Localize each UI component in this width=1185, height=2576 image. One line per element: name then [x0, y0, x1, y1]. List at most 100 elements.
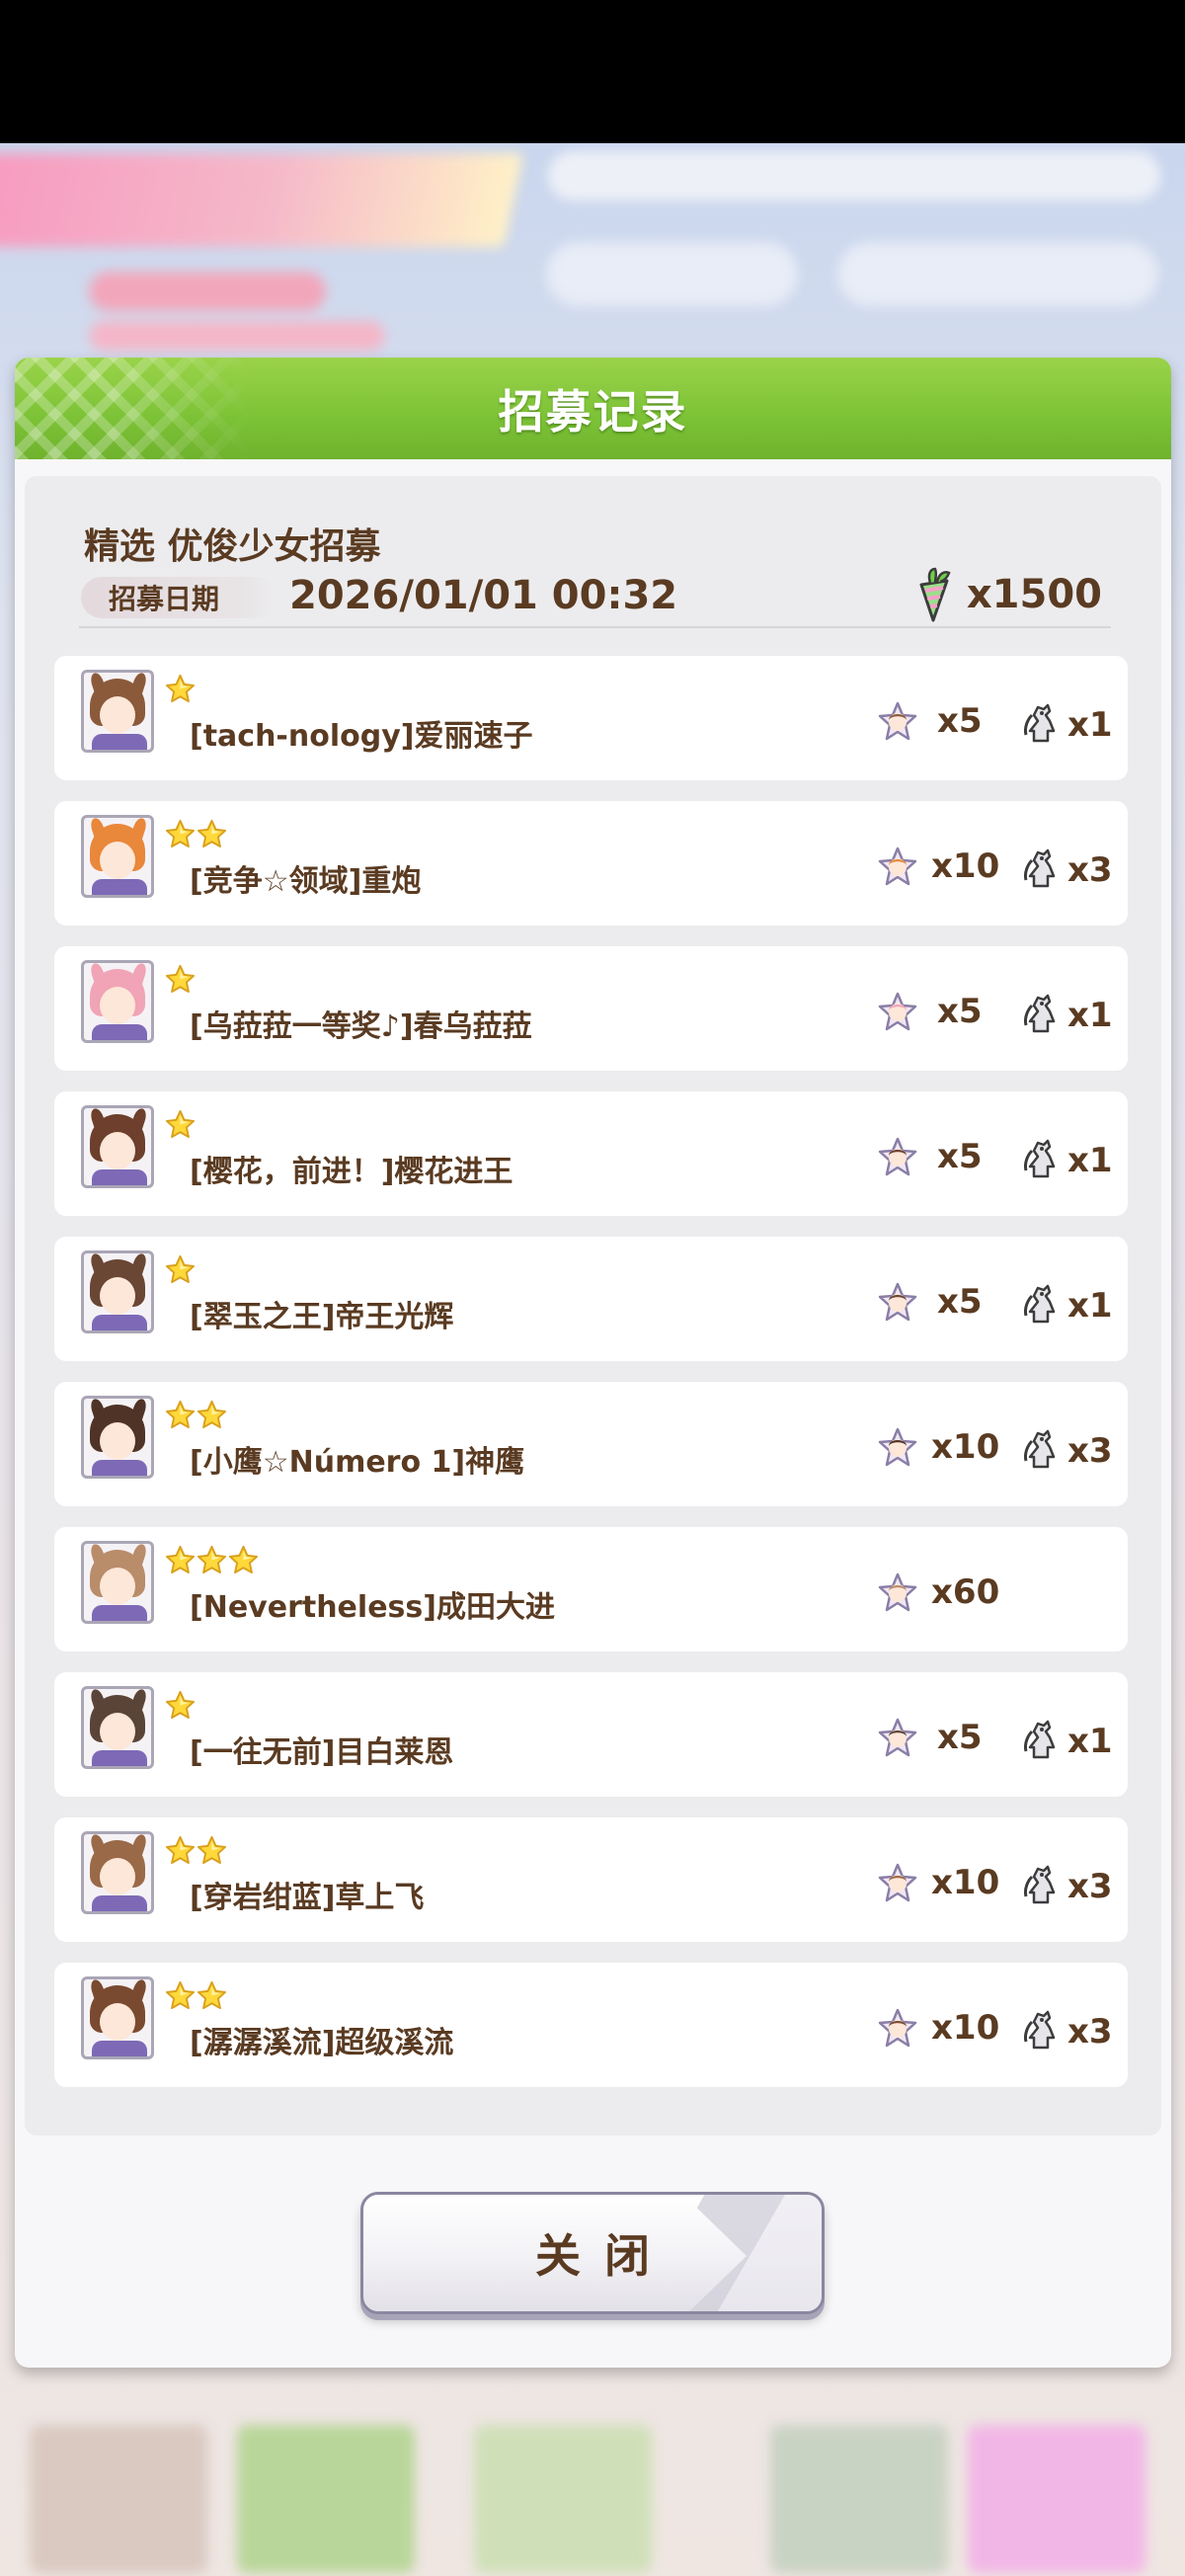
card-name: [樱花，前进！]樱花进王 — [190, 1155, 514, 1189]
horseshoe-statue-icon — [1020, 1863, 1064, 1910]
rarity-star-icon — [165, 1690, 196, 1725]
piece-count: x5 — [937, 701, 983, 741]
recruit-history-modal: 招募记录 精选 优俊少女招募 招募日期 2026/01/01 00:32 x15… — [15, 358, 1171, 2368]
character-piece-reward: x10 — [876, 2008, 1014, 2055]
rarity-star-icon — [165, 1400, 196, 1434]
memory-count: x1 — [1067, 996, 1113, 1035]
result-row[interactable]: [翠玉之王]帝王光辉 x5 x1 — [54, 1237, 1128, 1361]
card-name: [小鹰☆Número 1]神鹰 — [190, 1445, 525, 1480]
character-piece-reward: x5 — [876, 1137, 1014, 1184]
character-piece-icon — [876, 1572, 919, 1620]
memory-count: x1 — [1067, 1722, 1113, 1761]
rarity-star-icon — [165, 1545, 196, 1579]
result-row[interactable]: [小鹰☆Número 1]神鹰 x10 x3 — [54, 1382, 1128, 1506]
character-piece-icon — [876, 992, 919, 1039]
result-row[interactable]: [一往无前]目白莱恩 x5 x1 — [54, 1672, 1128, 1797]
rarity-star-icon — [197, 1400, 227, 1434]
card-name: [竞争☆领域]重炮 — [190, 864, 422, 899]
result-row[interactable]: [樱花，前进！]樱花进王 x5 x1 — [54, 1091, 1128, 1216]
piece-count: x60 — [931, 1572, 1000, 1612]
character-piece-icon — [876, 2008, 919, 2055]
piece-count: x5 — [937, 1137, 983, 1176]
character-piece-icon — [876, 846, 919, 894]
rarity-star-icon — [165, 819, 196, 853]
memory-reward: x1 — [1020, 1137, 1129, 1184]
rarity-stars — [165, 1254, 196, 1289]
card-name: [Nevertheless]成田大进 — [190, 1590, 555, 1625]
character-piece-reward: x60 — [876, 1572, 1014, 1620]
character-avatar — [81, 670, 154, 753]
memory-reward: x3 — [1020, 1863, 1129, 1910]
character-avatar — [81, 1250, 154, 1333]
horseshoe-statue-icon — [1020, 846, 1064, 894]
memory-count: x3 — [1067, 1431, 1113, 1471]
memory-count: x3 — [1067, 1867, 1113, 1906]
rarity-star-icon — [228, 1545, 259, 1579]
piece-count: x5 — [937, 1282, 983, 1322]
character-piece-reward: x10 — [876, 846, 1014, 894]
piece-count: x5 — [937, 992, 983, 1031]
carrot-ticket-icon — [919, 567, 951, 622]
date-label: 招募日期 — [81, 577, 278, 618]
rarity-star-icon — [165, 1254, 196, 1289]
character-piece-icon — [876, 1427, 919, 1475]
rarity-star-icon — [165, 1109, 196, 1144]
character-avatar — [81, 1541, 154, 1624]
rarity-star-icon — [197, 1980, 227, 2015]
character-piece-icon — [876, 1863, 919, 1910]
rarity-star-icon — [197, 819, 227, 853]
memory-count: x3 — [1067, 2012, 1113, 2052]
horseshoe-statue-icon — [1020, 1427, 1064, 1475]
piece-count: x10 — [931, 1427, 1000, 1467]
piece-count: x5 — [937, 1718, 983, 1757]
rarity-star-icon — [165, 1980, 196, 2015]
card-name: [穿岩绀蓝]草上飞 — [190, 1881, 425, 1915]
rarity-stars — [165, 1980, 227, 2015]
character-piece-reward: x5 — [876, 992, 1014, 1039]
character-avatar — [81, 1686, 154, 1769]
horseshoe-statue-icon — [1020, 701, 1064, 749]
memory-reward: x3 — [1020, 2008, 1129, 2055]
modal-header: 招募记录 — [15, 358, 1171, 459]
character-piece-reward: x5 — [876, 701, 1014, 749]
rarity-stars — [165, 1835, 227, 1870]
piece-count: x10 — [931, 2008, 1000, 2048]
result-row[interactable]: [tach-nology]爱丽速子 x5 x1 — [54, 656, 1128, 780]
character-piece-icon — [876, 1718, 919, 1765]
character-piece-reward: x10 — [876, 1863, 1014, 1910]
piece-count: x10 — [931, 1863, 1000, 1902]
result-row[interactable]: [穿岩绀蓝]草上飞 x10 x3 — [54, 1817, 1128, 1942]
rarity-star-icon — [165, 1835, 196, 1870]
character-piece-reward: x10 — [876, 1427, 1014, 1475]
rarity-star-icon — [165, 674, 196, 708]
rarity-stars — [165, 1109, 196, 1144]
rarity-star-icon — [165, 964, 196, 999]
character-avatar — [81, 815, 154, 898]
result-row[interactable]: [潺潺溪流]超级溪流 x10 x3 — [54, 1963, 1128, 2087]
character-avatar — [81, 1831, 154, 1914]
memory-reward: x1 — [1020, 1718, 1129, 1765]
horseshoe-statue-icon — [1020, 2008, 1064, 2055]
result-row[interactable]: [Nevertheless]成田大进 x60 — [54, 1527, 1128, 1651]
memory-count: x1 — [1067, 1141, 1113, 1180]
horseshoe-statue-icon — [1020, 1137, 1064, 1184]
memory-reward: x3 — [1020, 1427, 1129, 1475]
memory-count: x1 — [1067, 1286, 1113, 1326]
result-row[interactable]: [乌菈菈一等奖♪]春乌菈菈 x5 x1 — [54, 946, 1128, 1071]
card-name: [tach-nology]爱丽速子 — [190, 719, 533, 754]
rarity-star-icon — [197, 1835, 227, 1870]
modal-title: 招募记录 — [498, 384, 688, 439]
character-piece-reward: x5 — [876, 1282, 1014, 1329]
rarity-stars — [165, 1545, 259, 1579]
character-avatar — [81, 960, 154, 1043]
cost-value: x1500 — [966, 572, 1102, 617]
character-piece-icon — [876, 1137, 919, 1184]
rarity-stars — [165, 964, 196, 999]
character-piece-icon — [876, 1282, 919, 1329]
result-row[interactable]: [竞争☆领域]重炮 x10 x3 — [54, 801, 1128, 926]
status-bar-area — [0, 0, 1185, 143]
memory-reward: x3 — [1020, 846, 1129, 894]
close-button[interactable]: 关闭 — [360, 2192, 825, 2314]
horseshoe-statue-icon — [1020, 1282, 1064, 1329]
card-name: [一往无前]目白莱恩 — [190, 1735, 454, 1770]
